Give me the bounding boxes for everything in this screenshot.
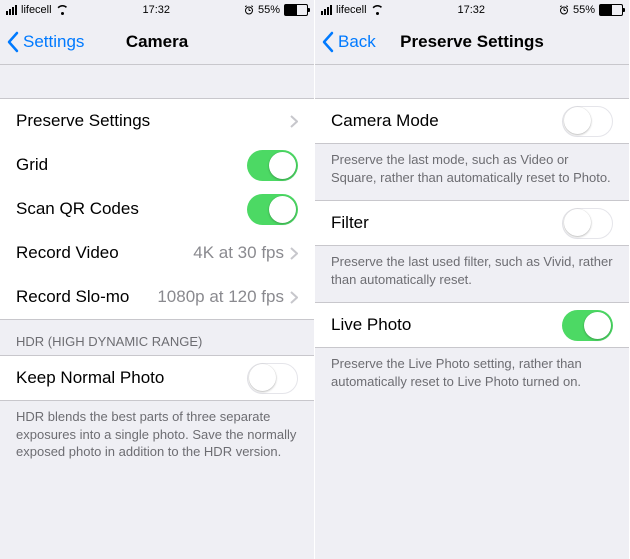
battery-percent: 55% (258, 4, 280, 16)
row-camera-mode[interactable]: Camera Mode (315, 98, 629, 144)
keep-normal-toggle[interactable] (247, 363, 298, 394)
nav-bar: Back Preserve Settings (315, 20, 629, 65)
chevron-right-icon (290, 115, 298, 128)
chevron-left-icon (321, 31, 334, 53)
live-photo-toggle[interactable] (562, 310, 613, 341)
back-label: Settings (23, 32, 84, 52)
row-detail: 1080p at 120 fps (157, 287, 284, 307)
row-live-photo[interactable]: Live Photo (315, 302, 629, 348)
row-scan-qr[interactable]: Scan QR Codes (0, 187, 314, 231)
row-label: Record Video (16, 243, 193, 263)
row-grid[interactable]: Grid (0, 143, 314, 187)
back-label: Back (338, 32, 376, 52)
row-filter[interactable]: Filter (315, 200, 629, 246)
camera-settings-screen: lifecell 17:32 55% Settings Camera Prese… (0, 0, 315, 559)
wifi-icon (56, 5, 69, 15)
grid-toggle[interactable] (247, 150, 298, 181)
chevron-right-icon (290, 291, 298, 304)
row-label: Keep Normal Photo (16, 368, 247, 388)
row-label: Preserve Settings (16, 111, 290, 131)
status-bar: lifecell 17:32 55% (0, 0, 314, 20)
status-bar: lifecell 17:32 55% (315, 0, 629, 20)
row-record-video[interactable]: Record Video 4K at 30 fps (0, 231, 314, 275)
row-label: Grid (16, 155, 247, 175)
hdr-group-footer: HDR blends the best parts of three separ… (0, 401, 314, 475)
chevron-left-icon (6, 31, 19, 53)
chevron-right-icon (290, 247, 298, 260)
alarm-icon (559, 5, 569, 15)
camera-mode-toggle[interactable] (562, 106, 613, 137)
back-button[interactable]: Back (315, 31, 376, 53)
qr-toggle[interactable] (247, 194, 298, 225)
row-label: Camera Mode (331, 111, 562, 131)
wifi-icon (371, 5, 384, 15)
row-detail: 4K at 30 fps (193, 243, 284, 263)
alarm-icon (244, 5, 254, 15)
filter-toggle[interactable] (562, 208, 613, 239)
preserve-settings-screen: lifecell 17:32 55% Back Preserve Setting… (315, 0, 630, 559)
nav-bar: Settings Camera (0, 20, 314, 65)
row-label: Scan QR Codes (16, 199, 247, 219)
battery-percent: 55% (573, 4, 595, 16)
signal-icon (321, 5, 332, 15)
row-preserve-settings[interactable]: Preserve Settings (0, 98, 314, 143)
battery-icon (284, 4, 308, 16)
camera-mode-footer: Preserve the last mode, such as Video or… (315, 144, 629, 200)
row-label: Filter (331, 213, 562, 233)
carrier-label: lifecell (336, 4, 367, 16)
signal-icon (6, 5, 17, 15)
clock: 17:32 (69, 4, 244, 16)
live-photo-footer: Preserve the Live Photo setting, rather … (315, 348, 629, 404)
battery-icon (599, 4, 623, 16)
filter-footer: Preserve the last used filter, such as V… (315, 246, 629, 302)
back-button[interactable]: Settings (0, 31, 84, 53)
carrier-label: lifecell (21, 4, 52, 16)
hdr-group-header: HDR (High Dynamic Range) (0, 320, 314, 355)
row-keep-normal-photo[interactable]: Keep Normal Photo (0, 355, 314, 401)
clock: 17:32 (384, 4, 559, 16)
row-label: Record Slo-mo (16, 287, 157, 307)
row-label: Live Photo (331, 315, 562, 335)
row-record-slomo[interactable]: Record Slo-mo 1080p at 120 fps (0, 275, 314, 320)
